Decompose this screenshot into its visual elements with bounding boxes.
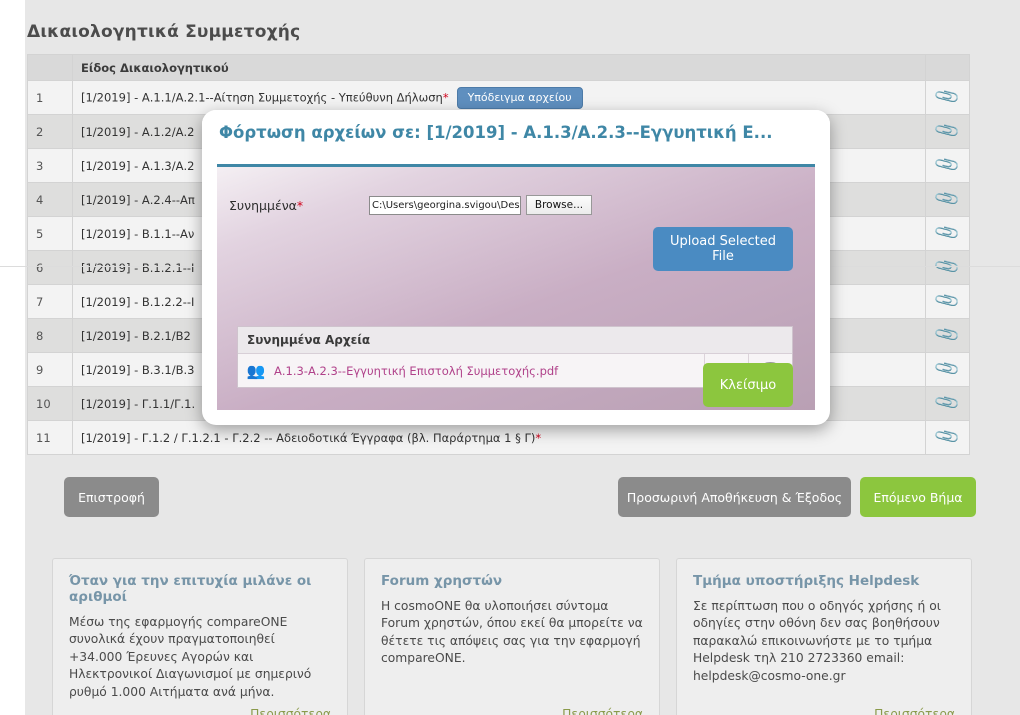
row-attachment-cell[interactable]: 📎 (925, 216, 970, 251)
table-header-index (27, 54, 73, 81)
row-attachment-cell[interactable]: 📎 (925, 318, 970, 353)
row-index: 9 (27, 352, 73, 387)
row-document-label: [1/2019] - Γ.1.2 / Γ.1.2.1 - Γ.2.2 -- Αδ… (81, 430, 536, 445)
page-title: Δικαιολογητικά Συμμετοχής (27, 22, 301, 42)
row-index: 10 (27, 386, 73, 421)
page-root: Δικαιολογητικά Συμμετοχής Είδος Δικαιολο… (0, 0, 1020, 715)
required-asterisk: * (296, 197, 304, 213)
row-document-label: [1/2019] - Γ.1.1/Γ.1. (81, 396, 196, 411)
info-card-body: Σε περίπτωση που ο οδηγός χρήσης ή οι οδ… (693, 599, 941, 683)
info-card-more-link[interactable]: Περισσότερα (693, 707, 955, 715)
modal-title: Φόρτωση αρχείων σε: [1/2019] - Α.1.3/Α.2… (219, 123, 773, 142)
row-document-label: [1/2019] - Α.2.4--Απ (81, 192, 195, 207)
info-card-body: Μέσω της εφαρμογής compareONE συνολικά έ… (69, 615, 312, 699)
row-document-label: [1/2019] - Β.3.1/Β.3 (81, 362, 195, 377)
info-card: Τμήμα υποστήριξης Helpdesk Σε περίπτωση π… (676, 558, 972, 715)
upload-modal: Φόρτωση αρχείων σε: [1/2019] - Α.1.3/Α.2… (202, 110, 830, 425)
table-header-attachment (925, 54, 970, 81)
row-attachment-cell[interactable]: 📎 (925, 80, 970, 115)
row-index: 7 (27, 284, 73, 319)
attachment-label: Συνημμένα* (229, 198, 369, 213)
row-attachment-cell[interactable]: 📎 (925, 148, 970, 183)
table-header-row: Είδος Δικαιολογητικού (27, 54, 970, 81)
next-step-button[interactable]: Επόμενο Βήμα (860, 477, 976, 517)
row-document-label: [1/2019] - Α.1.1/Α.2.1--Αίτηση Συμμετοχή… (81, 90, 443, 104)
paperclip-icon[interactable]: 📎 (933, 253, 962, 282)
close-button[interactable]: Κλείσιμο (703, 363, 793, 407)
row-document-label: [1/2019] - Β.1.1--Αν (81, 226, 195, 241)
upload-selected-file-button[interactable]: Upload Selected File (653, 227, 793, 271)
row-index: 4 (27, 182, 73, 217)
table-head: Είδος Δικαιολογητικού (27, 54, 970, 81)
row-document-label: [1/2019] - Β.1.2.1--Ι (81, 260, 195, 275)
info-card-more-link[interactable]: Περισσότερα (381, 707, 643, 715)
row-index: 11 (27, 420, 73, 455)
row-document-label: [1/2019] - Α.1.3/Α.2 (81, 158, 195, 173)
row-required-asterisk: * (442, 90, 449, 104)
browse-button[interactable]: Browse... (526, 195, 592, 215)
info-cards: Όταν για την επιτυχία μιλάνε οι αριθμοί Μ… (52, 558, 972, 715)
row-attachment-cell[interactable]: 📎 (925, 250, 970, 285)
save-and-exit-button[interactable]: Προσωρινή Αποθήκευση & Έξοδος (618, 477, 851, 517)
table-row: 11 [1/2019] - Γ.1.2 / Γ.1.2.1 - Γ.2.2 -- … (27, 420, 970, 455)
row-document-label: [1/2019] - Β.2.1/Β2 (81, 328, 191, 343)
row-index: 3 (27, 148, 73, 183)
info-card-body: Η cosmoONE θα υλοποιήσει σύντομα Forum χ… (381, 599, 643, 666)
back-button[interactable]: Επιστροφή (64, 477, 159, 517)
row-attachment-cell[interactable]: 📎 (925, 284, 970, 319)
attached-files-title: Συνημμένα Αρχεία (238, 327, 792, 354)
attached-file-link[interactable]: Α.1.3-Α.2.3--Εγγυητική Επιστολή Συμμετοχ… (274, 364, 704, 378)
paperclip-icon[interactable]: 📎 (933, 117, 962, 146)
row-attachment-cell[interactable]: 📎 (925, 114, 970, 149)
info-card-title: Όταν για την επιτυχία μιλάνε οι αριθμοί (69, 573, 312, 605)
paperclip-icon[interactable]: 📎 (933, 83, 962, 112)
row-attachment-cell[interactable]: 📎 (925, 386, 970, 421)
paperclip-icon[interactable]: 📎 (933, 219, 962, 248)
row-document-label: [1/2019] - Β.1.2.2--Ι (81, 294, 195, 309)
row-attachment-cell[interactable]: 📎 (925, 352, 970, 387)
file-path-input[interactable]: C:\Users\georgina.svigou\Desktop (369, 195, 521, 215)
row-index: 1 (27, 80, 73, 115)
info-card-more-link[interactable]: Περισσότερα (69, 707, 331, 715)
paperclip-icon[interactable]: 📎 (933, 423, 962, 452)
modal-body: Συνημμένα* C:\Users\georgina.svigou\Desk… (217, 167, 815, 410)
sample-file-button[interactable]: Υπόδειγμα αρχείου (456, 86, 583, 109)
info-card: Όταν για την επιτυχία μιλάνε οι αριθμοί Μ… (52, 558, 348, 715)
paperclip-icon[interactable]: 📎 (933, 151, 962, 180)
paperclip-icon[interactable]: 📎 (933, 389, 962, 418)
paperclip-icon[interactable]: 📎 (933, 185, 962, 214)
info-card: Forum χρηστών Η cosmoONE θα υλοποιήσει σύ… (364, 558, 660, 715)
modal-header: Φόρτωση αρχείων σε: [1/2019] - Α.1.3/Α.2… (202, 110, 830, 158)
row-index: 2 (27, 114, 73, 149)
row-attachment-cell[interactable]: 📎 (925, 182, 970, 217)
row-index: 8 (27, 318, 73, 353)
row-index: 6 (27, 250, 73, 285)
paperclip-icon[interactable]: 📎 (933, 287, 962, 316)
info-card-title: Forum χρηστών (381, 573, 503, 589)
users-group-icon: 👥 (246, 361, 266, 380)
attachment-label-text: Συνημμένα (229, 197, 297, 213)
row-attachment-cell[interactable]: 📎 (925, 420, 970, 455)
row-document-label: [1/2019] - Α.1.2/Α.2 (81, 124, 195, 139)
row-document-type: [1/2019] - Γ.1.2 / Γ.1.2.1 - Γ.2.2 -- Αδ… (72, 420, 926, 455)
row-required-asterisk: * (535, 430, 542, 445)
paperclip-icon[interactable]: 📎 (933, 355, 962, 384)
info-card-title: Τμήμα υποστήριξης Helpdesk (693, 573, 920, 589)
table-header-type: Είδος Δικαιολογητικού (72, 54, 926, 81)
attachment-field-row: Συνημμένα* C:\Users\georgina.svigou\Desk… (229, 195, 789, 215)
paperclip-icon[interactable]: 📎 (933, 321, 962, 350)
row-index: 5 (27, 216, 73, 251)
file-input-wrap: C:\Users\georgina.svigou\Desktop Browse.… (369, 195, 592, 215)
